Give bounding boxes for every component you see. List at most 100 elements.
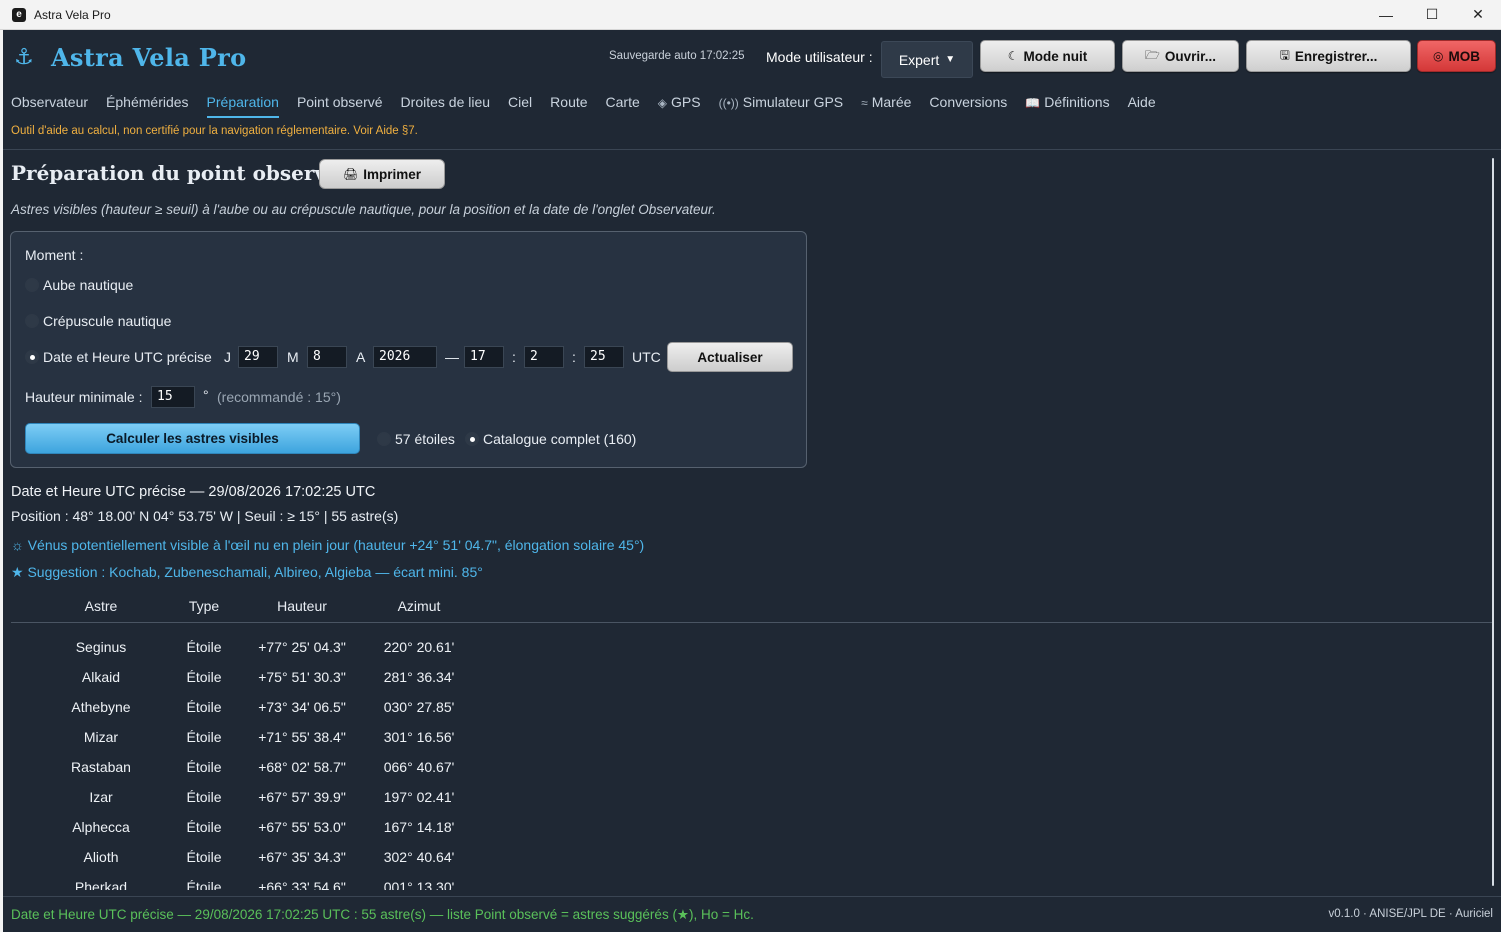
tab-ephemerides[interactable]: Éphémérides [106, 88, 189, 118]
version-label: v0.1.0 · ANISE/JPL DE · Auriciel [1328, 908, 1493, 920]
cell-type: Étoile [186, 789, 222, 805]
tab-maree[interactable]: ≈ Marée [861, 88, 911, 118]
mode-label: Mode utilisateur : [766, 49, 873, 65]
col-type[interactable]: Type [164, 598, 244, 614]
radio-dusk[interactable] [25, 314, 39, 328]
tab-conversions[interactable]: Conversions [929, 88, 1007, 118]
table-row[interactable]: Pherkad Étoile +66° 33' 54.6" 001° 13.30… [11, 873, 1493, 890]
app-title: Astra Vela Pro [51, 42, 247, 72]
cell-astre: Alkaid [81, 669, 121, 685]
tab-aide[interactable]: Aide [1128, 88, 1156, 118]
night-mode-button[interactable]: ☾ Mode nuit [980, 40, 1115, 72]
day-input[interactable]: 29 [238, 346, 278, 368]
tab-maree-label: Marée [871, 94, 912, 110]
print-button[interactable]: 🖨 Imprimer [319, 159, 445, 189]
cell-type: Étoile [186, 699, 222, 715]
cell-hauteur: +67° 35' 34.3" [258, 849, 346, 865]
radio-57-stars-label[interactable]: 57 étoiles [395, 431, 455, 447]
open-label: Ouvrir... [1164, 48, 1216, 64]
radio-dawn[interactable] [25, 278, 39, 292]
cell-type: Étoile [186, 879, 222, 890]
cell-astre: Seginus [75, 639, 127, 655]
cell-type: Étoile [186, 759, 222, 775]
min-height-label: Hauteur minimale : [25, 389, 143, 405]
year-input[interactable]: 2026 [373, 346, 437, 368]
maximize-icon[interactable]: ☐ [1409, 0, 1455, 30]
table-row[interactable]: Seginus Étoile +77° 25' 04.3" 220° 20.61… [11, 633, 1493, 663]
table-row[interactable]: Izar Étoile +67° 57' 39.9" 197° 02.41' [11, 783, 1493, 813]
tab-preparation[interactable]: Préparation [206, 88, 279, 118]
divider [3, 149, 1501, 150]
table-row[interactable]: Mizar Étoile +71° 55' 38.4" 301° 16.56' [11, 723, 1493, 753]
radio-dusk-label[interactable]: Crépuscule nautique [43, 313, 171, 329]
second-input[interactable]: 25 [584, 346, 624, 368]
hour-input[interactable]: 17 [464, 346, 504, 368]
cell-hauteur: +73° 34' 06.5" [258, 699, 346, 715]
cell-hauteur: +67° 55' 53.0" [258, 819, 346, 835]
col-astre[interactable]: Astre [51, 598, 151, 614]
table-row[interactable]: Alphecca Étoile +67° 55' 53.0" 167° 14.1… [11, 813, 1493, 843]
suggestion-line: ★ Suggestion : Kochab, Zubeneschamali, A… [11, 564, 483, 580]
radio-57-stars[interactable] [377, 432, 391, 446]
tab-route[interactable]: Route [550, 88, 587, 118]
content-scrollbar[interactable] [1492, 158, 1494, 886]
cell-azimut: 167° 14.18' [383, 819, 455, 835]
tab-carte[interactable]: Carte [606, 88, 640, 118]
cell-hauteur: +77° 25' 04.3" [258, 639, 346, 655]
radio-precise-label[interactable]: Date et Heure UTC précise [43, 349, 212, 365]
table-row[interactable]: Alkaid Étoile +75° 51' 30.3" 281° 36.34' [11, 663, 1493, 693]
radio-full-catalog[interactable] [465, 432, 479, 446]
tab-gps[interactable]: ◈ GPS [658, 88, 701, 118]
table-row[interactable]: Athebyne Étoile +73° 34' 06.5" 030° 27.8… [11, 693, 1493, 723]
open-button[interactable]: 🗁 Ouvrir... [1122, 40, 1239, 72]
tab-ciel[interactable]: Ciel [508, 88, 532, 118]
cell-azimut: 301° 16.56' [383, 729, 455, 745]
main-nav: Observateur Éphémérides Préparation Poin… [3, 88, 1501, 118]
minimize-icon[interactable]: — [1363, 0, 1409, 30]
cell-astre: Pherkad [74, 879, 128, 890]
chevron-down-icon: ▼ [945, 54, 956, 65]
close-icon[interactable]: ✕ [1455, 0, 1501, 30]
table-header: Astre Type Hauteur Azimut [11, 592, 1493, 623]
month-input[interactable]: 8 [307, 346, 347, 368]
tab-observateur[interactable]: Observateur [11, 88, 88, 118]
folder-icon: 🗁 [1145, 47, 1160, 62]
tab-definitions[interactable]: 📖 Définitions [1025, 88, 1109, 118]
cell-azimut: 302° 40.64' [383, 849, 455, 865]
tab-point-observe[interactable]: Point observé [297, 88, 383, 118]
tab-definitions-label: Définitions [1044, 94, 1110, 110]
mode-select[interactable]: Expert ▼ [881, 41, 973, 78]
cell-astre: Mizar [83, 729, 119, 745]
tab-simulateur-gps[interactable]: ((•)) Simulateur GPS [719, 88, 844, 118]
cell-astre: Alphecca [72, 819, 130, 835]
target-icon: ◎ [1433, 49, 1444, 63]
min-height-input[interactable]: 15 [151, 386, 195, 408]
minute-input[interactable]: 2 [524, 346, 564, 368]
autosave-status: Sauvegarde auto 17:02:25 [609, 50, 745, 62]
radio-dawn-label[interactable]: Aube nautique [43, 277, 133, 293]
compute-visible-stars-button[interactable]: Calculer les astres visibles [25, 423, 360, 454]
col-hauteur[interactable]: Hauteur [247, 598, 357, 614]
table-row[interactable]: Alioth Étoile +67° 35' 34.3" 302° 40.64' [11, 843, 1493, 873]
tab-droites-de-lieu[interactable]: Droites de lieu [401, 88, 491, 118]
cell-hauteur: +66° 33' 54.6" [258, 879, 346, 890]
cell-azimut: 001° 13.30' [383, 879, 455, 890]
night-mode-label: Mode nuit [1023, 48, 1088, 64]
table-row[interactable]: Rastaban Étoile +68° 02' 58.7" 066° 40.6… [11, 753, 1493, 783]
radio-full-catalog-label[interactable]: Catalogue complet (160) [483, 431, 636, 447]
radio-precise[interactable] [25, 350, 39, 364]
page-subtitle: Astres visibles (hauteur ≥ seuil) à l'au… [11, 202, 716, 217]
col-azimut[interactable]: Azimut [369, 598, 469, 614]
mob-button[interactable]: ◎ MOB [1417, 40, 1496, 72]
cell-azimut: 197° 02.41' [383, 789, 455, 805]
refresh-button[interactable]: Actualiser [667, 342, 793, 372]
result-position: Position : 48° 18.00' N 04° 53.75' W | S… [11, 508, 399, 524]
result-title: Date et Heure UTC précise — 29/08/2026 1… [11, 484, 376, 500]
colon-1: : [512, 349, 516, 365]
broadcast-icon: ((•)) [718, 96, 739, 110]
moon-icon: ☾ [1007, 49, 1019, 63]
save-button[interactable]: 🖫 Enregistrer... [1246, 40, 1411, 72]
cell-astre: Izar [89, 789, 113, 805]
floppy-icon: 🖫 [1279, 47, 1290, 62]
window-title: Astra Vela Pro [34, 7, 111, 22]
